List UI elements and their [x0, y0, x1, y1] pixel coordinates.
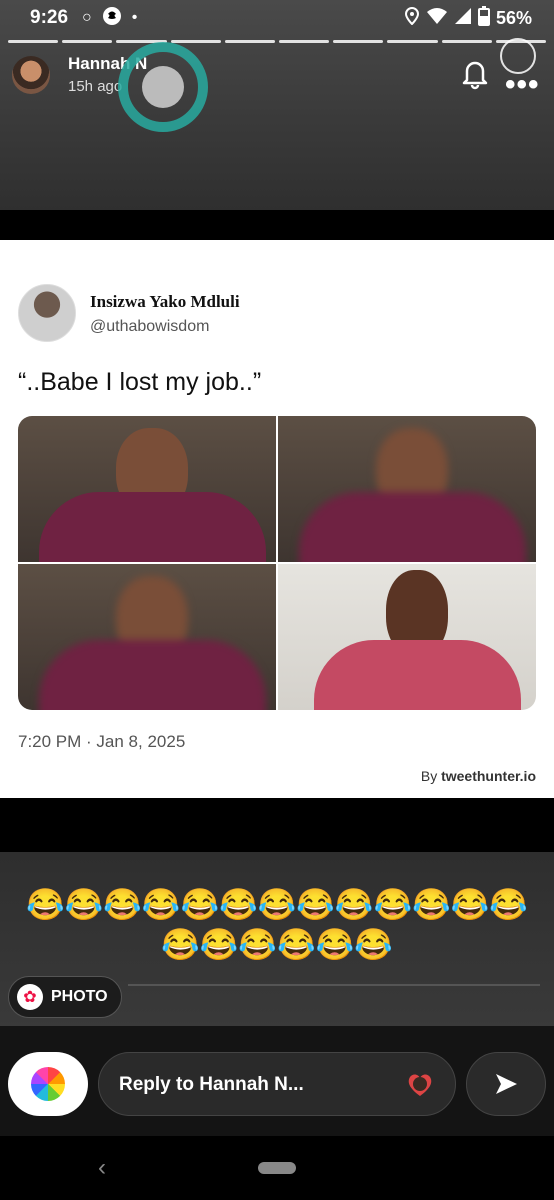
story-progress — [8, 40, 547, 43]
avatar[interactable] — [12, 56, 50, 94]
status-bar: 9:26 ○ • 56% — [0, 0, 554, 36]
photo-chip-label: PHOTO — [51, 988, 108, 1005]
meme-panel — [18, 416, 276, 562]
meme-panel — [278, 564, 536, 710]
reply-placeholder: Reply to Hannah N... — [119, 1074, 304, 1095]
circle-icon: ○ — [82, 9, 92, 26]
bell-icon[interactable] — [458, 56, 492, 90]
heart-reaction-icon[interactable] — [405, 1069, 435, 1099]
tweet-watermark: By tweethunter.io — [420, 768, 536, 784]
tweet-date: 7:20 PM · Jan 8, 2025 — [18, 732, 186, 751]
photo-chip[interactable]: ✿ PHOTO — [8, 976, 122, 1018]
progress-segment — [224, 40, 276, 43]
reply-input[interactable]: Reply to Hannah N... — [98, 1052, 456, 1116]
progress-segment — [279, 40, 330, 43]
send-icon — [496, 1074, 517, 1094]
progress-segment — [170, 40, 221, 43]
progress-segment — [441, 40, 492, 43]
status-time: 9:26 — [30, 7, 69, 28]
signal-icon — [454, 7, 472, 30]
dot-icon: • — [131, 9, 138, 26]
meme-panel — [18, 564, 276, 710]
tweet-card: Insizwa Yako Mdluli @uthabowisdom “..Bab… — [0, 240, 554, 798]
location-icon — [404, 6, 420, 30]
home-pill[interactable] — [258, 1162, 296, 1174]
snapchat-icon — [102, 6, 122, 31]
wifi-icon — [426, 7, 448, 30]
battery-percent: 56% — [495, 7, 532, 28]
touch-indicator — [118, 42, 208, 132]
divider — [128, 984, 540, 986]
gallery-button[interactable] — [8, 1052, 88, 1116]
navigation-bar: ‹ — [0, 1136, 554, 1200]
photos-icon — [31, 1067, 65, 1101]
story-caption: 😂😂😂😂😂😂😂😂😂😂😂😂😂 😂😂😂😂😂😂 — [20, 885, 534, 965]
battery-icon — [477, 5, 490, 31]
meme-panel — [278, 416, 536, 562]
progress-segment — [8, 40, 59, 43]
tweet-author-name: Insizwa Yako Mdluli — [90, 292, 240, 311]
story-time-ago: 15h ago — [68, 78, 123, 95]
photos-icon: ✿ — [17, 984, 43, 1010]
tweet-handle: @uthabowisdom — [90, 318, 210, 335]
back-icon[interactable]: ‹ — [98, 1154, 106, 1182]
story-header: Hannah N 15h ago ••• — [0, 38, 554, 132]
tweet-image-grid — [18, 416, 536, 710]
tweet-text: “..Babe I lost my job..” — [18, 368, 262, 396]
caption-line: 😂😂😂😂😂😂😂😂😂😂😂😂😂 — [26, 887, 528, 922]
progress-segment — [62, 40, 113, 43]
tweet-author-avatar — [18, 284, 76, 342]
send-button[interactable] — [466, 1052, 546, 1116]
progress-segment — [387, 40, 438, 43]
caption-line: 😂😂😂😂😂😂 — [161, 927, 393, 962]
more-options-icon[interactable]: ••• — [505, 68, 540, 102]
progress-segment — [333, 40, 384, 43]
